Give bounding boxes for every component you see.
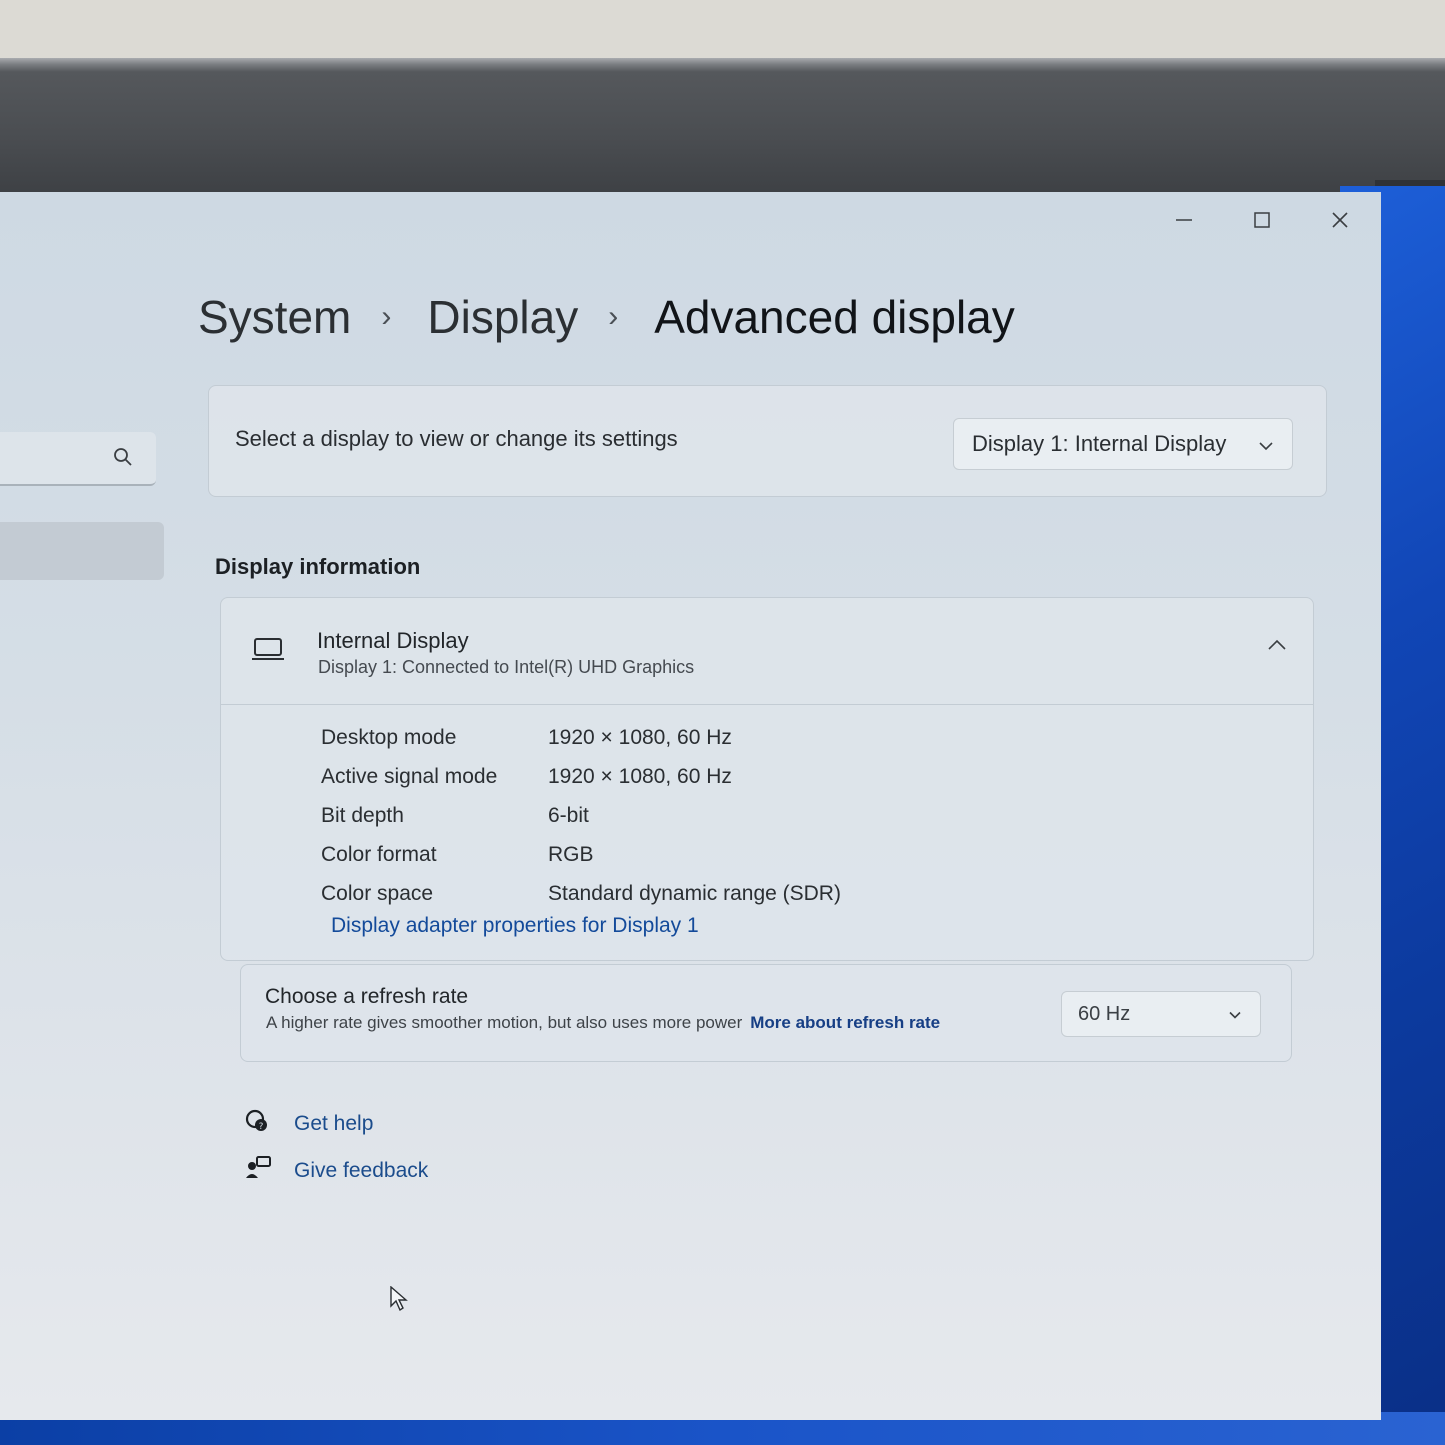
feedback-icon <box>244 1154 272 1187</box>
minimize-button[interactable] <box>1161 202 1207 238</box>
property-key: Active signal mode <box>321 764 498 788</box>
display-select-value: Display 1: Internal Display <box>972 431 1227 456</box>
give-feedback-label: Give feedback <box>294 1158 429 1182</box>
chevron-down-icon <box>1228 1003 1242 1026</box>
property-row: Desktop mode 1920 × 1080, 60 Hz <box>321 718 841 757</box>
page-title: Advanced display <box>654 291 1015 343</box>
property-key: Bit depth <box>321 803 404 827</box>
property-key: Color format <box>321 842 437 866</box>
refresh-rate-value: 60 Hz <box>1078 1002 1131 1025</box>
maximize-icon <box>1254 212 1270 228</box>
property-row: Bit depth 6-bit <box>321 796 841 835</box>
chevron-up-icon[interactable] <box>1267 638 1287 656</box>
refresh-rate-dropdown[interactable]: 60 Hz <box>1061 991 1261 1037</box>
breadcrumb-separator: › <box>381 300 392 333</box>
mouse-cursor-icon <box>390 1285 408 1317</box>
property-row: Active signal mode 1920 × 1080, 60 Hz <box>321 757 841 796</box>
monitor-bezel-top <box>0 58 1445 192</box>
property-value: RGB <box>548 842 594 866</box>
property-key: Color space <box>321 881 434 905</box>
display-name: Internal Display <box>317 628 469 653</box>
minimize-icon <box>1176 219 1192 221</box>
breadcrumb-separator: › <box>608 300 619 333</box>
sidebar-item-selected[interactable] <box>0 522 164 580</box>
display-connection: Display 1: Connected to Intel(R) UHD Gra… <box>318 657 695 677</box>
refresh-rate-title: Choose a refresh rate <box>265 985 469 1008</box>
get-help-label: Get help <box>294 1111 374 1135</box>
property-value: 1920 × 1080, 60 Hz <box>548 764 732 788</box>
get-help-link[interactable]: ? Get help <box>244 1107 373 1140</box>
breadcrumb-system[interactable]: System <box>198 290 351 344</box>
close-icon <box>1332 212 1348 228</box>
property-value: Standard dynamic range (SDR) <box>548 881 841 905</box>
display-properties: Desktop mode 1920 × 1080, 60 Hz Active s… <box>321 718 841 913</box>
chevron-down-icon <box>1258 431 1274 457</box>
maximize-button[interactable] <box>1239 202 1285 238</box>
more-about-refresh-rate-link[interactable]: More about refresh rate <box>750 1013 940 1032</box>
display-info-header[interactable]: Internal Display Display 1: Connected to… <box>221 598 1313 705</box>
get-help-icon: ? <box>244 1107 272 1140</box>
close-button[interactable] <box>1317 202 1363 238</box>
display-select-dropdown[interactable]: Display 1: Internal Display <box>953 418 1293 470</box>
settings-window: System › Display › Advanced display Sele… <box>0 192 1381 1420</box>
property-row: Color space Standard dynamic range (SDR) <box>321 874 841 913</box>
select-display-label: Select a display to view or change its s… <box>235 426 678 451</box>
give-feedback-link[interactable]: Give feedback <box>244 1154 428 1187</box>
property-value: 1920 × 1080, 60 Hz <box>548 725 732 749</box>
refresh-rate-card: Choose a refresh rate A higher rate give… <box>240 964 1292 1062</box>
refresh-rate-description-text: A higher rate gives smoother motion, but… <box>266 1013 743 1032</box>
svg-text:?: ? <box>259 1122 264 1132</box>
laptop-icon <box>251 636 285 667</box>
property-value: 6-bit <box>548 803 589 827</box>
property-key: Desktop mode <box>321 725 457 749</box>
display-adapter-properties-link[interactable]: Display adapter properties for Display 1 <box>331 914 699 938</box>
property-row: Color format RGB <box>321 835 841 874</box>
background-wall <box>0 0 1445 60</box>
select-display-card: Select a display to view or change its s… <box>208 385 1327 497</box>
search-icon <box>112 446 134 473</box>
breadcrumb-display[interactable]: Display <box>427 290 578 344</box>
display-information-card: Internal Display Display 1: Connected to… <box>220 597 1314 961</box>
breadcrumb: System › Display › Advanced display <box>198 290 1015 344</box>
section-title-display-information: Display information <box>215 554 421 579</box>
sidebar-search-input[interactable] <box>0 432 156 486</box>
refresh-rate-description: A higher rate gives smoother motion, but… <box>266 1013 940 1033</box>
